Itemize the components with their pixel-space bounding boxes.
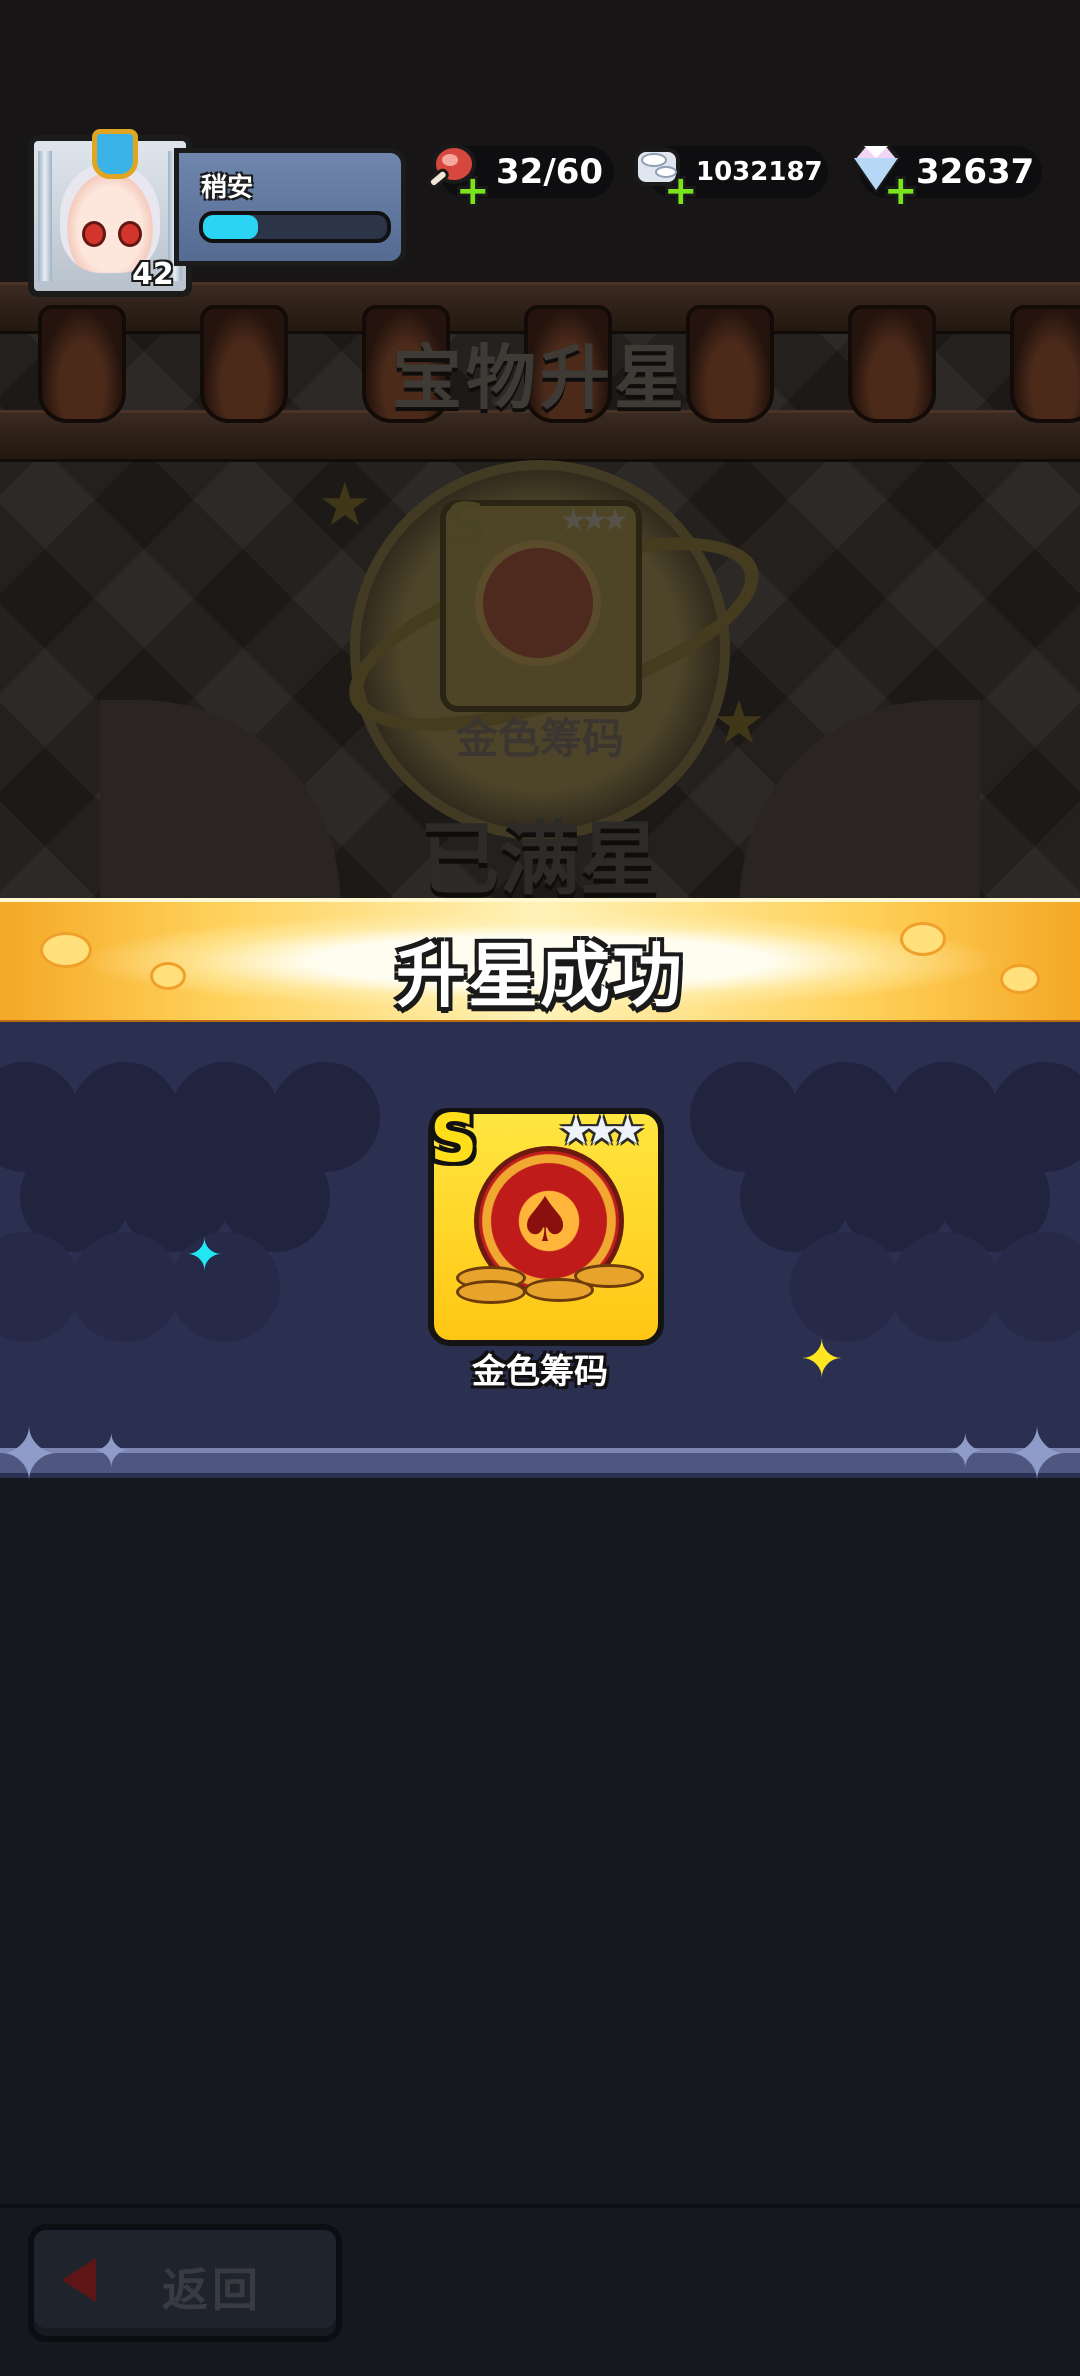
star-rating-icon: ★★★ [558,1108,646,1154]
star-rating-icon: ★★★ [560,503,629,538]
panel-divider [0,1448,1080,1478]
footer-divider [0,2204,1080,2208]
grade-badge: S [430,1100,478,1177]
max-star-status: 已满星 [420,813,660,906]
add-stamina-button[interactable]: + [456,171,490,211]
reward-item-card[interactable]: ♠ S ★★★ [428,1100,664,1346]
scale-pattern [890,1232,1000,1342]
sparkle-icon: ✦ [1006,1412,1069,1498]
pillar-decoration [38,151,52,281]
upgrade-success-title: 升星成功 [396,935,684,1017]
back-arrow-icon [62,2258,96,2302]
grade-s-badge: S [445,490,487,558]
success-banner: 升星成功 [0,898,1080,1026]
spade-icon: ♠ [517,1183,573,1256]
sparkle-icon: ✦ [800,1330,844,1390]
player-avatar[interactable]: 42 [28,129,192,297]
player-level: 42 [132,257,174,292]
eye [82,221,106,247]
sparkle-icon: ✦ [0,1412,61,1498]
star-icon: ★ [318,470,372,540]
add-gems-button[interactable]: + [884,171,918,211]
xp-bar [199,211,391,243]
reward-item-name: 金色筹码 [472,1352,608,1392]
gold-value: 1032187 [696,157,823,187]
add-gold-button[interactable]: + [664,171,698,211]
stamina-value: 32/60 [496,152,604,192]
xp-bar-fill [203,215,259,239]
coin-stack-icon [456,1280,526,1304]
scale-pattern [70,1232,180,1342]
treasure-name-dimmed: 金色筹码 [455,714,624,763]
sparkle-icon: ✦ [186,1230,223,1281]
sparkle-icon: ✦ [946,1424,985,1478]
gem-value: 32637 [916,152,1035,192]
screen-title: 宝物升星 [392,337,688,419]
poker-chip-icon [475,540,601,666]
player-name: 稍安 [201,173,254,203]
eye [118,221,142,247]
shield-icon [92,129,138,179]
back-button-label: 返回 [162,2263,262,2317]
coin-stack-icon [574,1264,644,1288]
player-info-panel: 稍安 [174,148,406,266]
sparkle-icon: ✦ [92,1424,131,1478]
back-button[interactable]: 返回 [28,2224,342,2342]
scale-pattern [790,1232,900,1342]
